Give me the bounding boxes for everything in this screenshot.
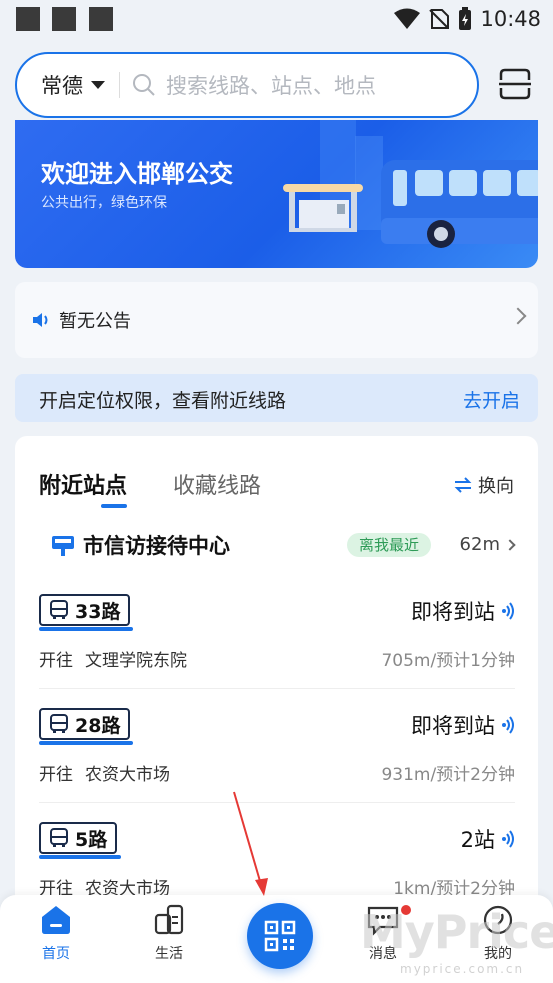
nearby-panel: 附近站点 收藏线路 换向 市信访接待中心 离我最近 62m 33路 即将到站 开… <box>15 436 538 906</box>
bus-icon <box>50 600 68 619</box>
station-distance[interactable]: 62m <box>459 534 516 555</box>
route-eta: 705m/预计1分钟 <box>381 651 515 671</box>
location-permission-bar: 开启定位权限，查看附近线路 去开启 <box>15 374 538 422</box>
wifi-icon <box>394 8 421 29</box>
watermark-url: myprice.com.cn <box>400 962 525 976</box>
divider <box>39 688 515 689</box>
banner-subtitle: 公共出行，绿色环保 <box>41 195 167 211</box>
notification-icon <box>16 7 40 31</box>
switch-direction-button[interactable]: 换向 <box>454 472 514 498</box>
route-name: 28路 <box>75 714 121 737</box>
no-sim-icon <box>429 9 450 29</box>
banner-title: 欢迎进入邯郸公交 <box>41 160 233 188</box>
promo-banner[interactable]: 欢迎进入邯郸公交 公共出行，绿色环保 <box>15 120 538 268</box>
clock: 10:48 <box>480 7 541 31</box>
route-badge: 33路 <box>39 594 131 626</box>
tab-favorite-routes[interactable]: 收藏线路 <box>173 468 261 500</box>
arrival-status: 即将到站 <box>411 714 495 738</box>
scan-button[interactable] <box>497 66 533 102</box>
nearest-badge: 离我最近 <box>347 533 432 557</box>
route-destination: 开往 农资大市场 <box>39 765 170 785</box>
announcement-text: 暂无公告 <box>59 311 131 332</box>
route-badge: 5路 <box>39 822 118 854</box>
search-bar[interactable]: 常德 搜索线路、站点、地点 <box>15 52 479 118</box>
arrival-status: 2站 <box>460 828 495 852</box>
swap-icon <box>454 477 472 493</box>
tab-nearby-stations[interactable]: 附近站点 <box>39 468 127 500</box>
route-eta: 931m/预计2分钟 <box>381 765 515 785</box>
bus-stop-icon <box>52 536 74 556</box>
search-input[interactable]: 搜索线路、站点、地点 <box>166 70 376 100</box>
divider <box>119 72 120 98</box>
distance-value: 62m <box>459 534 500 555</box>
arrival-status: 即将到站 <box>411 600 495 624</box>
signal-icon <box>502 716 514 734</box>
route-underline <box>39 627 133 631</box>
chevron-down-icon <box>91 81 105 89</box>
bus-icon <box>50 828 68 847</box>
signal-icon <box>502 602 514 620</box>
status-bar: 10:48 <box>0 0 553 38</box>
announcement-bar[interactable]: 暂无公告 <box>15 282 538 358</box>
bus-icon <box>50 714 68 733</box>
divider <box>39 802 515 803</box>
station-header[interactable]: 市信访接待中心 <box>51 530 230 560</box>
route-underline <box>39 741 133 745</box>
notification-icon <box>52 7 76 31</box>
route-destination: 开往 文理学院东院 <box>39 651 187 671</box>
city-label: 常德 <box>41 74 83 98</box>
chevron-right-icon <box>509 307 527 325</box>
chevron-right-icon <box>504 538 516 551</box>
active-tab-indicator <box>101 504 127 508</box>
switch-direction-label: 换向 <box>478 476 514 497</box>
route-name: 5路 <box>75 828 108 851</box>
life-icon <box>154 904 184 935</box>
signal-icon <box>502 830 514 848</box>
scan-code-button[interactable] <box>247 903 313 969</box>
tab-home[interactable]: 首页 <box>16 903 96 963</box>
city-selector[interactable]: 常德 <box>41 70 105 100</box>
route-badge: 28路 <box>39 708 131 740</box>
tab-life[interactable]: 生活 <box>129 903 209 963</box>
enable-location-button[interactable]: 去开启 <box>463 386 520 413</box>
watermark: MyPrice <box>360 905 553 959</box>
location-prompt: 开启定位权限，查看附近线路 <box>39 390 287 412</box>
battery-icon <box>459 7 472 30</box>
notification-icon <box>89 7 113 31</box>
speaker-icon <box>33 313 48 327</box>
tab-label: 生活 <box>155 946 183 962</box>
qr-code-icon <box>264 920 296 952</box>
station-name: 市信访接待中心 <box>83 534 230 558</box>
route-underline <box>39 855 121 859</box>
search-icon <box>133 74 155 96</box>
home-icon <box>42 906 70 934</box>
tab-label: 首页 <box>42 946 70 962</box>
route-name: 33路 <box>75 600 121 623</box>
